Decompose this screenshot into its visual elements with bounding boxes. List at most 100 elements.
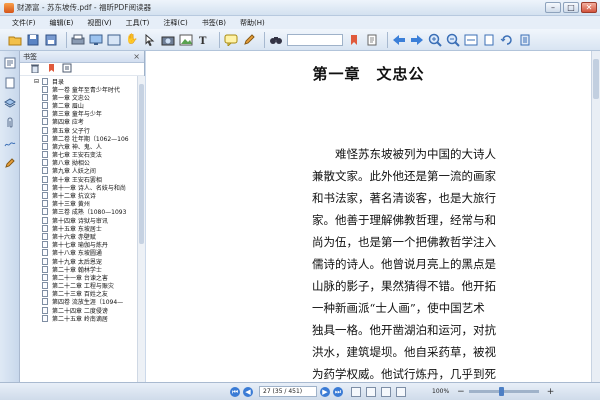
select-icon[interactable]	[143, 33, 157, 47]
screen-icon[interactable]	[89, 33, 103, 47]
comment-icon[interactable]	[224, 33, 238, 47]
snapshot-icon[interactable]	[161, 33, 175, 47]
single-page-view-icon[interactable]	[351, 386, 361, 397]
rotate-icon[interactable]	[500, 33, 514, 47]
menu-file[interactable]: 文件(F)	[12, 18, 36, 28]
document-icon	[42, 134, 48, 142]
back-icon[interactable]	[392, 33, 406, 47]
menu-edit[interactable]: 编辑(E)	[50, 18, 74, 28]
document-icon	[42, 241, 48, 249]
pen-icon[interactable]	[242, 33, 256, 47]
maximize-button[interactable]: □	[563, 2, 579, 13]
document-icon	[42, 142, 48, 150]
bookmark-item-label: 第二十五章 岭南谪居	[52, 315, 108, 323]
status-bar: ⏮ ◀ 27 (35 / 451) ▶ ⏭ 100% − +	[0, 382, 600, 400]
bookmark-icon[interactable]	[347, 33, 361, 47]
document-icon	[42, 257, 48, 265]
minimize-button[interactable]: –	[545, 2, 561, 13]
print-icon[interactable]	[71, 33, 85, 47]
bookmarks-tab-icon[interactable]	[3, 57, 17, 71]
zoom-slider-knob[interactable]	[498, 387, 504, 396]
scrollbar-thumb[interactable]	[593, 59, 599, 99]
toolbar-separator	[66, 31, 67, 48]
zoom-slider[interactable]	[468, 387, 539, 396]
next-page-button[interactable]: ▶	[320, 386, 330, 397]
document-icon	[42, 151, 48, 159]
bookmarks-scrollbar[interactable]	[137, 76, 145, 382]
menu-comment[interactable]: 注释(C)	[163, 18, 187, 28]
page-number-input[interactable]: 27 (35 / 451)	[259, 386, 317, 397]
facing-view-icon[interactable]	[381, 386, 391, 397]
text-select-icon[interactable]: T	[197, 33, 211, 47]
scrollbar-thumb[interactable]	[139, 84, 144, 244]
document-icon	[42, 93, 48, 101]
last-page-button[interactable]: ⏭	[333, 386, 343, 397]
bookmark-options-icon[interactable]	[62, 63, 72, 76]
open-icon[interactable]	[8, 33, 22, 47]
pages-tab-icon[interactable]	[3, 77, 17, 91]
document-icon	[42, 200, 48, 208]
signature-tab-icon[interactable]	[3, 137, 17, 151]
close-button[interactable]: ✕	[581, 2, 597, 13]
fit-width-icon[interactable]	[464, 33, 478, 47]
bookmark-tree: ⊟ 目录 第一卷 童年至青少年时代 第一章 文忠公 第二章 眉山 第三章 童年与少年第…	[20, 76, 137, 382]
menu-bar: 文件(F) 编辑(E) 视图(V) 工具(T) 注释(C) 书签(B) 帮助(H…	[0, 16, 600, 29]
save-icon[interactable]	[26, 33, 40, 47]
document-icon	[42, 282, 48, 290]
first-page-button[interactable]: ⏮	[230, 386, 240, 397]
text-line: 家。他善于理解佛教哲理，经常与和	[312, 213, 496, 227]
forward-icon[interactable]	[410, 33, 424, 47]
panel-close-icon[interactable]: ×	[133, 52, 140, 61]
prev-page-button[interactable]: ◀	[243, 386, 253, 397]
binoculars-icon[interactable]	[269, 33, 283, 47]
image-icon[interactable]	[179, 33, 193, 47]
attachments-tab-icon[interactable]	[3, 117, 17, 131]
search-input[interactable]	[287, 33, 343, 46]
menu-tools[interactable]: 工具(T)	[126, 18, 150, 28]
text-line: 山脉的影子，果然猜得不错。他开拓	[312, 279, 496, 293]
document-view[interactable]: 第一章 文忠公 难怪苏东坡被列为中国的大诗人 兼散文家。此外他还是第一流的画家 和书…	[146, 51, 591, 382]
document-body: 难怪苏东坡被列为中国的大诗人 兼散文家。此外他还是第一流的画家 和书法家，著名清谈客…	[312, 143, 524, 382]
document-icon	[42, 77, 49, 85]
text-line: 兼散文家。此外他还是第一流的画家	[312, 169, 496, 183]
zoom-in-button[interactable]: +	[547, 387, 555, 397]
chapter-title: 第一章 文忠公	[312, 65, 425, 83]
zoom-in-icon[interactable]	[428, 33, 442, 47]
new-bookmark-icon[interactable]	[46, 63, 56, 76]
menu-view[interactable]: 视图(V)	[87, 18, 111, 28]
layers-tab-icon[interactable]	[3, 97, 17, 111]
delete-bookmark-icon[interactable]	[30, 63, 40, 76]
toolbar: ✋ T	[0, 29, 600, 51]
continuous-view-icon[interactable]	[366, 386, 376, 397]
bookmarks-toolbar	[20, 63, 144, 76]
single-page-icon[interactable]	[518, 33, 532, 47]
document-icon	[42, 159, 48, 167]
attachment-icon[interactable]	[365, 33, 379, 47]
document-icon	[42, 265, 48, 273]
comments-tab-icon[interactable]	[3, 157, 17, 171]
svg-text:T: T	[199, 36, 207, 46]
fullscreen-icon[interactable]	[107, 33, 121, 47]
hand-icon[interactable]: ✋	[125, 33, 139, 47]
text-line: 难怪苏东坡被列为中国的大诗人	[335, 147, 496, 161]
document-icon	[42, 306, 48, 314]
window-controls: – □ ✕	[545, 2, 597, 13]
zoom-out-icon[interactable]	[446, 33, 460, 47]
toolbar-separator	[264, 31, 265, 48]
window-title: 财源富 - 苏东坡传.pdf - 福昕PDF阅读器	[17, 3, 152, 12]
save-as-icon[interactable]	[44, 33, 58, 47]
document-icon	[42, 175, 48, 183]
collapse-icon[interactable]: ⊟	[34, 78, 39, 85]
menu-help[interactable]: 帮助(H)	[240, 18, 265, 28]
document-icon	[42, 273, 48, 281]
continuous-facing-view-icon[interactable]	[396, 386, 406, 397]
side-panel-strip	[0, 51, 20, 382]
menu-bookmark[interactable]: 书签(B)	[202, 18, 226, 28]
document-scrollbar[interactable]	[591, 51, 600, 382]
zoom-out-button[interactable]: −	[457, 387, 465, 397]
bookmark-item[interactable]: 第二十五章 岭南谪居	[20, 314, 137, 323]
document-icon	[42, 216, 48, 224]
toolbar-separator	[387, 31, 388, 48]
document-icon	[42, 85, 48, 93]
fit-page-icon[interactable]	[482, 33, 496, 47]
